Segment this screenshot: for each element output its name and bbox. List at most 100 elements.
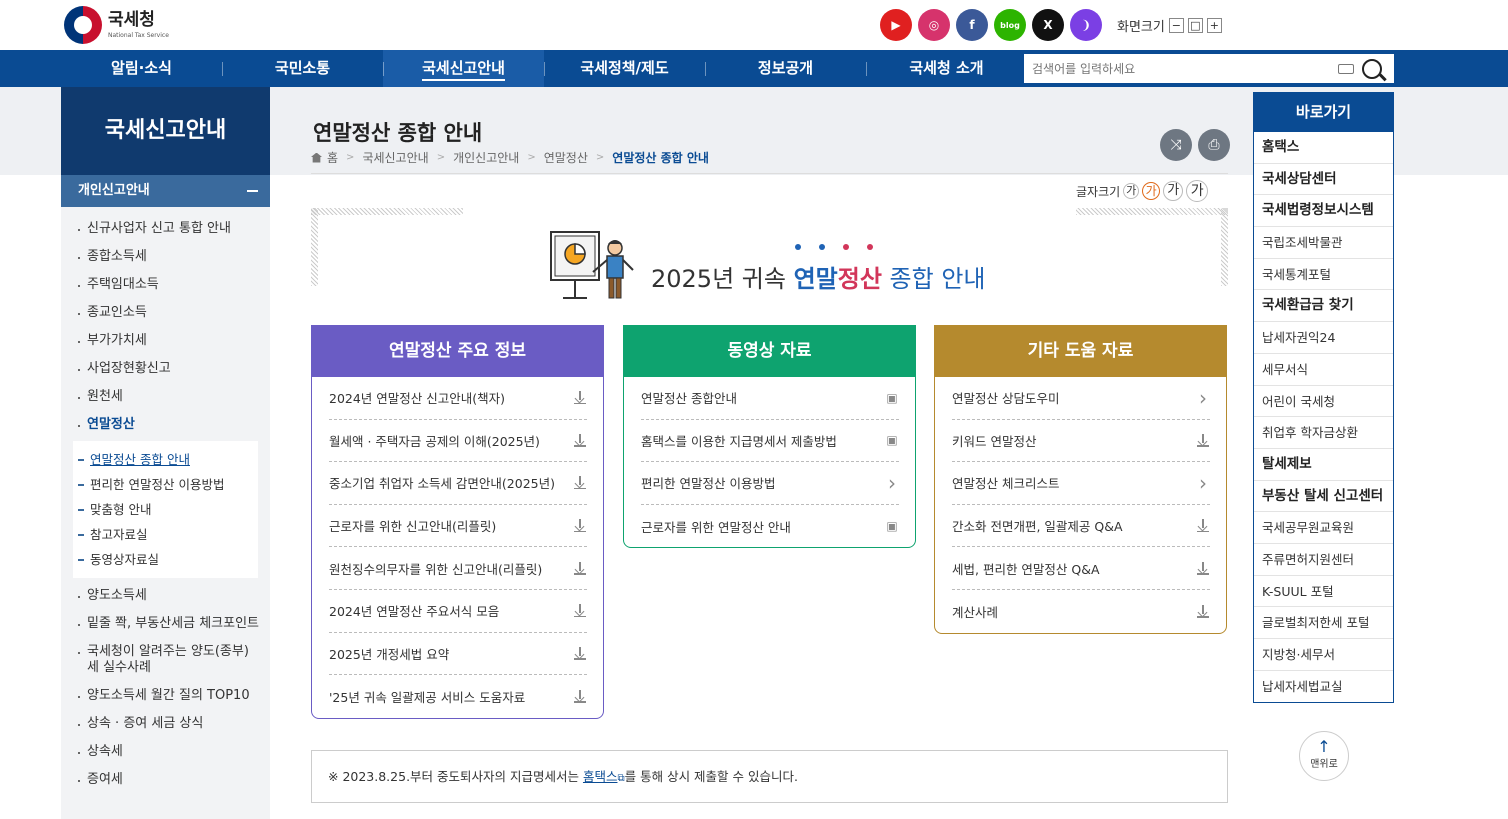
breadcrumb-item[interactable]: 국세신고안내 [362, 149, 428, 166]
card-item[interactable]: 2025년 개정세법 요약 [329, 633, 587, 676]
download-icon[interactable] [573, 519, 587, 533]
lnb-item[interactable]: 주택임대소득 [61, 271, 270, 299]
breadcrumb-item[interactable]: 연말정산 종합 안내 [612, 149, 709, 166]
lnb-item[interactable]: 사업장현황신고 [61, 355, 270, 383]
quick-link[interactable]: 주류면허지원센터 [1254, 544, 1393, 576]
zoom-out-button[interactable]: − [1168, 18, 1184, 33]
text-size-option[interactable]: 가 [1142, 182, 1161, 200]
quick-link[interactable]: 국세통계포털 [1254, 259, 1393, 291]
lnb-item[interactable]: 부가가치세 [61, 327, 270, 355]
card-item[interactable]: 2024년 연말정산 주요서식 모음 [329, 590, 587, 633]
quick-link[interactable]: 국세법령정보시스템 [1254, 195, 1393, 228]
card-item[interactable]: 키워드 연말정산 [952, 420, 1210, 463]
download-icon[interactable] [573, 391, 587, 405]
quick-link[interactable]: 국세상담센터 [1254, 164, 1393, 196]
video-icon[interactable]: ▣ [885, 433, 899, 447]
quick-link[interactable]: 글로벌최저한세 포털 [1254, 607, 1393, 639]
chevron-right-icon[interactable]: › [1196, 386, 1210, 410]
lnb-sub-item[interactable]: 편리한 연말정산 이용방법 [73, 472, 258, 497]
quick-link[interactable]: 탈세제보 [1254, 449, 1393, 481]
share-icon[interactable]: ⤨ [1160, 129, 1192, 161]
card-item[interactable]: 계산사례 [952, 590, 1210, 633]
quick-link[interactable]: 국세환급금 찾기 [1254, 290, 1393, 323]
gnb-item[interactable]: 국세정책/제도 [544, 50, 705, 87]
lnb-item[interactable]: 국세청이 알려주는 양도(종부)세 실수사례 [61, 638, 270, 682]
quick-link[interactable]: 지방청·세무서 [1254, 639, 1393, 671]
zoom-reset-button[interactable]: □ [1187, 18, 1203, 33]
download-icon[interactable] [1196, 433, 1210, 447]
card-item[interactable]: 원천징수의무자를 위한 신고안내(리플릿) [329, 547, 587, 590]
download-icon[interactable] [573, 561, 587, 575]
lnb-item[interactable]: 종합소득세 [61, 243, 270, 271]
lnb-item[interactable]: 양도소득세 [61, 582, 270, 610]
quick-link[interactable]: 홈택스 [1254, 132, 1393, 164]
download-icon[interactable] [1196, 519, 1210, 533]
download-icon[interactable] [573, 646, 587, 660]
keyboard-icon[interactable] [1338, 63, 1354, 74]
quick-link[interactable]: 납세자권익24 [1254, 322, 1393, 354]
card-item[interactable]: 2024년 연말정산 신고안내(책자) [329, 377, 587, 420]
download-icon[interactable] [573, 604, 587, 618]
download-icon[interactable] [573, 689, 587, 703]
gnb-item[interactable]: 국세청 소개 [866, 50, 1027, 87]
download-icon[interactable] [573, 476, 587, 490]
card-item[interactable]: 중소기업 취업자 소득세 감면안내(2025년) [329, 462, 587, 505]
gnb-item[interactable]: 국세신고안내 [383, 50, 544, 87]
lnb-sub-item[interactable]: 맞춤형 안내 [73, 497, 258, 522]
quick-link[interactable]: 부동산 탈세 신고센터 [1254, 481, 1393, 513]
lnb-sub-item[interactable]: 연말정산 종합 안내 [73, 447, 258, 472]
quick-link[interactable]: 세무서식 [1254, 354, 1393, 386]
breadcrumb-item[interactable]: 홈 [327, 149, 338, 166]
card-item[interactable]: 근로자를 위한 연말정산 안내 ▣ [641, 505, 899, 548]
print-icon[interactable]: ⎙ [1198, 129, 1230, 161]
card-item[interactable]: 월세액 · 주택자금 공제의 이해(2025년) [329, 420, 587, 463]
breadcrumb-item[interactable]: 개인신고안내 [453, 149, 519, 166]
card-item[interactable]: 근로자를 위한 신고안내(리플릿) [329, 505, 587, 548]
gnb-item[interactable]: 국민소통 [222, 50, 383, 87]
facebook-icon[interactable]: f [956, 9, 988, 41]
lnb-item[interactable]: 밑줄 쫙, 부동산세금 체크포인트 [61, 610, 270, 638]
nts-logo[interactable]: 국세청 National Tax Service [64, 6, 169, 44]
gnb-item[interactable]: 알림·소식 [61, 50, 222, 87]
card-item[interactable]: 세법, 편리한 연말정산 Q&A [952, 547, 1210, 590]
left-nav-section-toggle[interactable]: 개인신고안내 [61, 175, 270, 207]
lnb-item[interactable]: 종교인소득 [61, 299, 270, 327]
quick-link[interactable]: 어린이 국세청 [1254, 386, 1393, 418]
card-item[interactable]: 연말정산 체크리스트 › [952, 462, 1210, 505]
chevron-right-icon[interactable]: › [1196, 471, 1210, 495]
instagram-icon[interactable]: ◎ [918, 9, 950, 41]
lnb-item[interactable]: 양도소득세 월간 질의 TOP10 [61, 682, 270, 710]
card-item[interactable]: 연말정산 상담도우미 › [952, 377, 1210, 420]
home-icon[interactable] [311, 152, 322, 163]
quick-link[interactable]: 납세자세법교실 [1254, 671, 1393, 703]
lnb-item[interactable]: 상속세 [61, 738, 270, 766]
to-top-button[interactable]: ↑ 맨위로 [1299, 731, 1349, 781]
text-size-option[interactable]: 가 [1186, 180, 1209, 202]
youtube-icon[interactable]: ▶ [880, 9, 912, 41]
card-item[interactable]: 간소화 전면개편, 일괄제공 Q&A [952, 505, 1210, 548]
text-size-option[interactable]: 가 [1123, 183, 1140, 199]
card-item[interactable]: 편리한 연말정산 이용방법 › [641, 462, 899, 505]
search-input[interactable] [1024, 55, 1338, 82]
lnb-item[interactable]: 신규사업자 신고 통합 안내 [61, 215, 270, 243]
kakao-story-icon[interactable]: ❩ [1070, 9, 1102, 41]
lnb-item[interactable]: 증여세 [61, 766, 270, 794]
x-icon[interactable]: X [1032, 9, 1064, 41]
video-icon[interactable]: ▣ [885, 391, 899, 405]
download-icon[interactable] [1196, 604, 1210, 618]
video-icon[interactable]: ▣ [885, 519, 899, 533]
card-item[interactable]: '25년 귀속 일괄제공 서비스 도움자료 [329, 675, 587, 718]
hometax-link[interactable]: 홈택스 [583, 769, 618, 784]
download-icon[interactable] [1196, 561, 1210, 575]
zoom-in-button[interactable]: + [1206, 18, 1222, 33]
lnb-item-current[interactable]: 연말정산 [61, 411, 270, 439]
quick-link[interactable]: 국립조세박물관 [1254, 227, 1393, 259]
quick-link[interactable]: 취업후 학자금상환 [1254, 417, 1393, 449]
gnb-item[interactable]: 정보공개 [705, 50, 866, 87]
lnb-sub-item[interactable]: 참고자료실 [73, 522, 258, 547]
search-icon[interactable] [1362, 58, 1382, 79]
lnb-item[interactable]: 원천세 [61, 383, 270, 411]
card-item[interactable]: 홈택스를 이용한 지급명세서 제출방법 ▣ [641, 420, 899, 463]
quick-link[interactable]: K-SUUL 포털 [1254, 576, 1393, 608]
card-item[interactable]: 연말정산 종합안내 ▣ [641, 377, 899, 420]
